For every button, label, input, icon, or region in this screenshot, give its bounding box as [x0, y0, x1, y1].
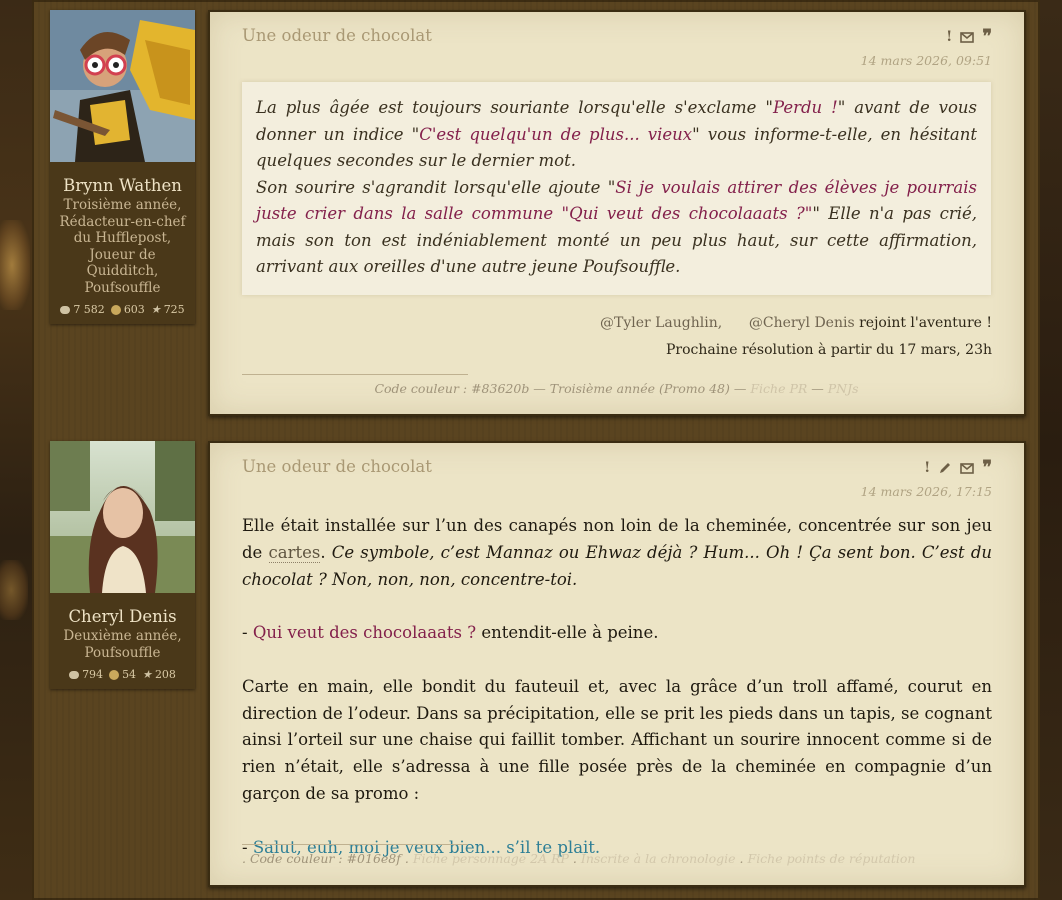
author-rank: Deuxième année, Poufsouffle	[63, 628, 182, 661]
post-date: 14 mars 2026, 17:15	[860, 484, 992, 499]
post-title[interactable]: Une odeur de chocolat	[242, 457, 432, 476]
report-icon[interactable]: !	[946, 29, 952, 45]
signature-link[interactable]: Inscrite à la chronologie	[581, 851, 736, 866]
post-quote-text: La plus âgée est toujours souriante lors…	[256, 98, 977, 276]
signature-link[interactable]: Fiche PR	[750, 381, 807, 396]
post-paragraph: - Qui veut des chocolaaats ? entendit-el…	[242, 623, 659, 643]
mention-user[interactable]: @Cheryl Denis	[749, 315, 855, 331]
mail-icon[interactable]	[960, 31, 975, 43]
quote-icon[interactable]: ❞	[982, 459, 992, 477]
author-profile: Brynn Wathen Troisième année, Rédacteur-…	[50, 10, 195, 324]
messages-count: 794	[82, 668, 104, 681]
report-icon[interactable]: !	[924, 460, 930, 476]
signature-link[interactable]: Fiche points de réputation	[748, 851, 916, 866]
signature-link[interactable]: Fiche personnage 2A RP	[413, 851, 569, 866]
star-icon: ★	[142, 668, 152, 681]
next-resolution: Prochaine résolution à partir du 17 mars…	[665, 342, 992, 358]
star-icon: ★	[150, 303, 161, 316]
coins-count: 603	[123, 303, 145, 316]
avatar[interactable]	[50, 10, 195, 162]
signature-divider	[242, 374, 468, 375]
avatar[interactable]	[50, 441, 195, 593]
background-left	[0, 0, 32, 900]
coin-icon	[110, 304, 121, 315]
mention-line: @Tyler Laughlin, @Cheryl Denis rejoint l…	[599, 315, 992, 331]
post-quote-block: La plus âgée est toujours souriante lors…	[242, 82, 991, 295]
stars-count: 208	[154, 668, 176, 681]
quote-icon[interactable]: ❞	[982, 28, 992, 46]
signature-divider	[242, 844, 468, 845]
post-paragraph: Elle était installée sur l’un des canapé…	[242, 516, 993, 589]
mail-icon[interactable]	[960, 462, 975, 474]
post: Une odeur de chocolat ! ❞ 14 mars 2026, …	[208, 10, 1026, 416]
stars-count: 725	[163, 303, 185, 316]
edit-icon[interactable]	[938, 461, 952, 475]
coin-icon	[109, 669, 120, 680]
post-actions: ! ❞	[946, 28, 992, 46]
author-stats: 794 54 ★ 208	[50, 668, 195, 681]
background-right	[1040, 0, 1062, 900]
messages-icon	[69, 670, 80, 679]
post-paragraph: Carte en main, elle bondit du fauteuil e…	[242, 676, 992, 803]
post: Une odeur de chocolat ! ❞ 14 mars 2026, …	[208, 441, 1026, 887]
signature: . Code couleur : #016e8f . Fiche personn…	[242, 851, 916, 866]
author-name[interactable]: Cheryl Denis	[50, 607, 195, 626]
signature-link[interactable]: PNJs	[828, 381, 859, 396]
post-actions: ! ❞	[924, 459, 992, 477]
author-profile: Cheryl Denis Deuxième année, Poufsouffle…	[50, 441, 195, 689]
author-rank: Troisième année, Rédacteur-en-chef du Hu…	[59, 197, 186, 296]
signature: Code couleur : #83620b — Troisième année…	[374, 381, 859, 396]
post-title[interactable]: Une odeur de chocolat	[242, 26, 432, 45]
mention-user[interactable]: @Tyler Laughlin,	[600, 315, 722, 331]
coins-count: 54	[122, 668, 137, 681]
cards-link[interactable]: cartes	[268, 542, 321, 563]
author-stats: 7 582 603 ★ 725	[50, 303, 195, 316]
messages-icon	[60, 305, 71, 314]
topic-container: Brynn Wathen Troisième année, Rédacteur-…	[32, 0, 1040, 900]
messages-count: 7 582	[73, 303, 105, 316]
post-date: 14 mars 2026, 09:51	[860, 53, 992, 68]
author-name[interactable]: Brynn Wathen	[50, 176, 195, 195]
post-body: Elle était installée sur l’un des canapé…	[242, 513, 992, 888]
